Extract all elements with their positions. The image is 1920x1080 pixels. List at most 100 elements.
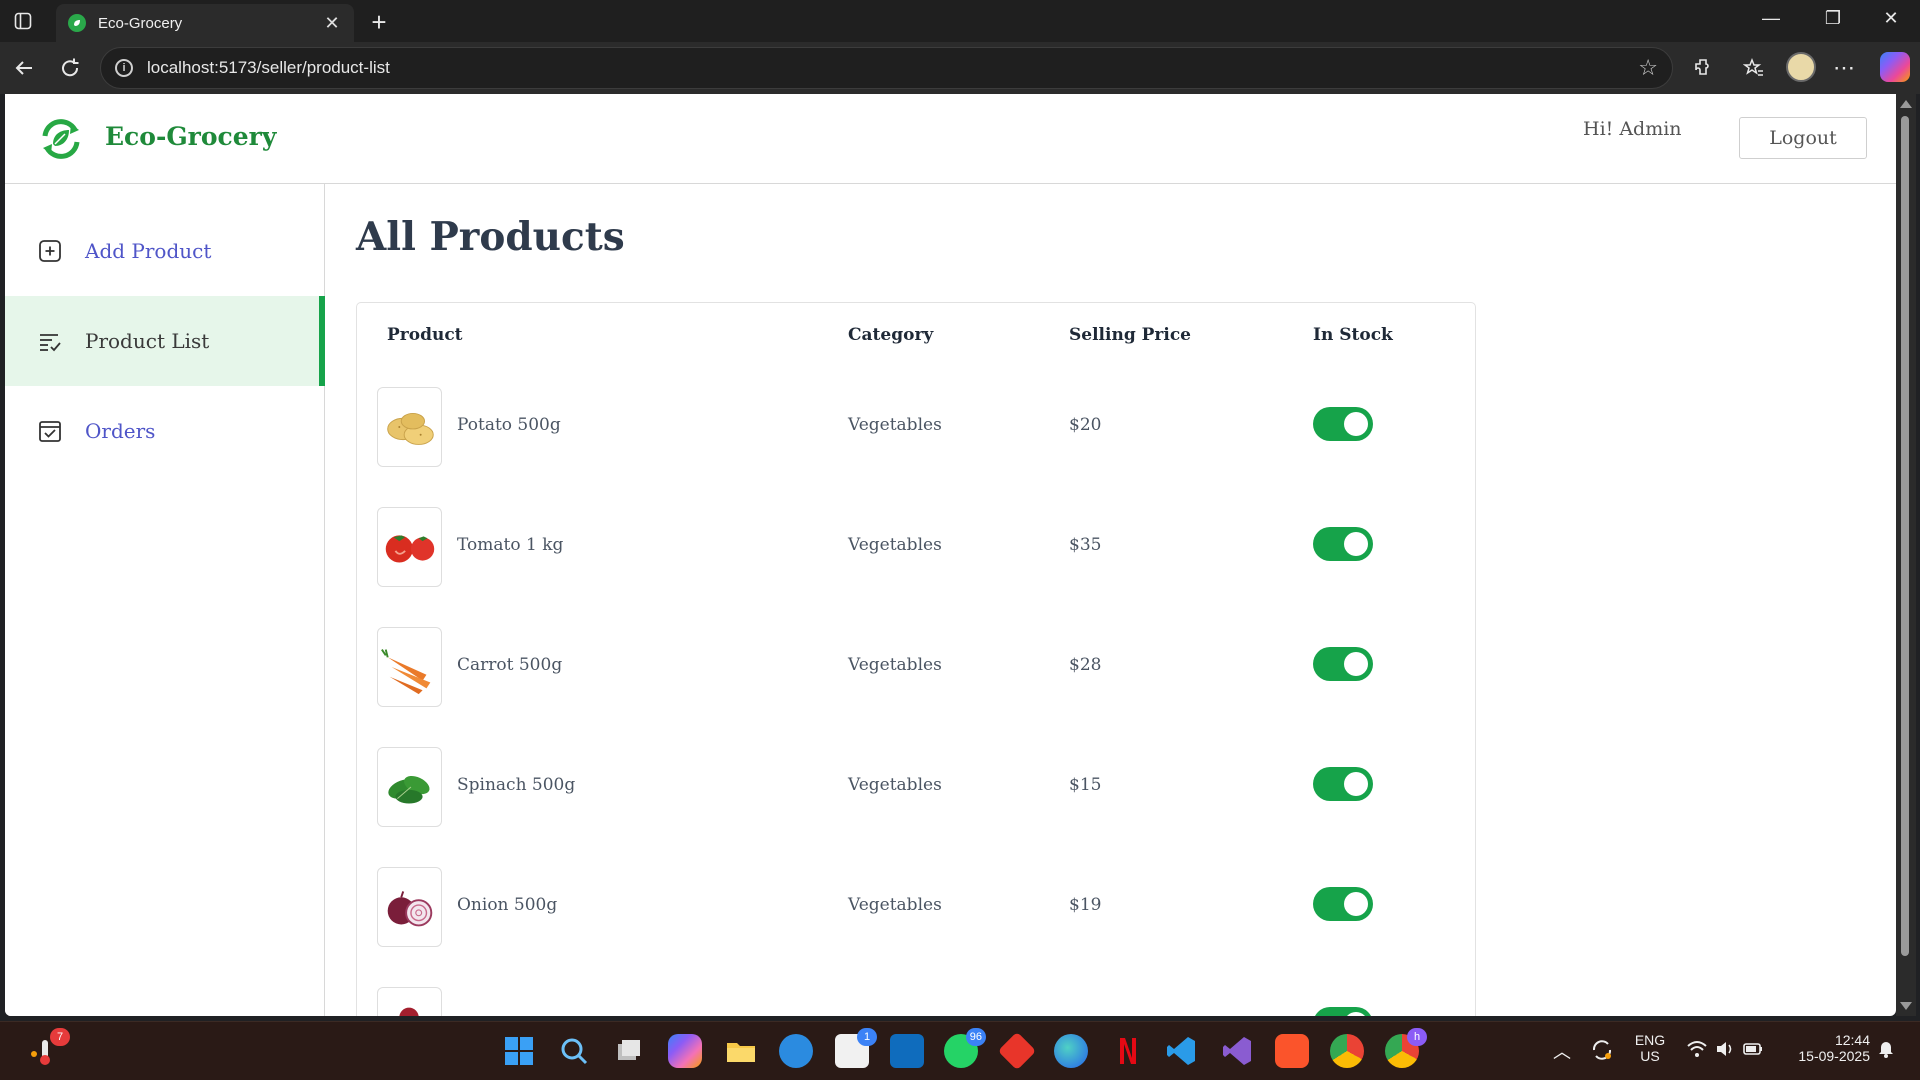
edge-browser-icon[interactable] — [1054, 1034, 1088, 1068]
minimize-button[interactable]: — — [1756, 8, 1786, 29]
file-explorer-icon[interactable] — [724, 1034, 758, 1068]
language-indicator[interactable]: ENG US — [1630, 1032, 1670, 1064]
address-bar[interactable]: i localhost:5173/seller/product-list ☆ — [100, 47, 1673, 89]
help-icon[interactable] — [779, 1034, 813, 1068]
battery-icon[interactable] — [1742, 1038, 1764, 1063]
toggle-knob — [1344, 532, 1368, 556]
logout-button[interactable]: Logout — [1739, 117, 1867, 159]
show-hidden-icons-chevron-icon[interactable]: ︿ — [1553, 1038, 1571, 1064]
list-check-icon — [37, 328, 63, 354]
close-window-button[interactable]: ✕ — [1876, 8, 1906, 29]
sync-icon[interactable] — [1588, 1036, 1616, 1064]
reload-icon[interactable] — [56, 54, 84, 82]
products-table: Product Category Selling Price In Stock … — [356, 302, 1476, 1016]
product-price: $19 — [1069, 895, 1102, 915]
spinach-image — [377, 747, 442, 827]
extensions-icon[interactable] — [1689, 54, 1717, 82]
tab-title: Eco-Grocery — [98, 14, 183, 32]
whatsapp-badge: 96 — [965, 1028, 986, 1046]
logo-text[interactable]: Eco-Grocery — [105, 122, 276, 151]
product-image — [377, 987, 442, 1016]
product-name: Spinach 500g — [457, 775, 576, 795]
sidebar-item-label: Orders — [85, 419, 156, 443]
tab-close-icon[interactable]: ✕ — [322, 13, 342, 34]
copilot-icon[interactable] — [1880, 52, 1910, 82]
eco-logo-icon[interactable] — [37, 116, 85, 162]
maximize-button[interactable]: ❐ — [1818, 8, 1848, 29]
url-text[interactable]: localhost:5173/seller/product-list — [147, 58, 1638, 78]
chrome-icon[interactable] — [1330, 1034, 1364, 1068]
notification-bell-icon[interactable] — [1876, 1038, 1896, 1061]
in-stock-toggle[interactable] — [1313, 647, 1373, 681]
outlook-icon[interactable] — [890, 1034, 924, 1068]
chrome-profile-badge: h — [1407, 1028, 1427, 1046]
visual-studio-icon[interactable] — [1220, 1034, 1254, 1068]
column-header-category: Category — [848, 325, 934, 345]
eco-grocery-favicon-icon — [68, 14, 86, 32]
weather-widget-icon[interactable]: 7 — [28, 1028, 70, 1068]
tomato-image — [377, 507, 442, 587]
browser-tab[interactable]: Eco-Grocery ✕ — [56, 4, 354, 42]
task-view-icon[interactable] — [612, 1034, 646, 1068]
table-row: Potato 500g Vegetables $20 — [357, 387, 1475, 485]
store-badge: 1 — [857, 1028, 877, 1046]
copilot-taskbar-icon[interactable] — [668, 1034, 702, 1068]
in-stock-toggle[interactable] — [1313, 527, 1373, 561]
whatsapp-icon[interactable]: 96 — [944, 1028, 986, 1068]
potato-image — [377, 387, 442, 467]
table-row: Carrot 500g Vegetables $28 — [357, 627, 1475, 725]
scroll-thumb[interactable] — [1901, 116, 1909, 956]
more-options-icon[interactable]: ⋯ — [1830, 54, 1858, 82]
sidebar-item-label: Add Product — [85, 239, 212, 263]
in-stock-toggle[interactable] — [1313, 407, 1373, 441]
windows-taskbar: 7 1 96 h ︿ ENG US 12:44 15-09-2025 — [0, 1021, 1920, 1080]
netflix-icon[interactable] — [1110, 1034, 1144, 1068]
in-stock-toggle[interactable] — [1313, 1007, 1373, 1016]
brave-browser-icon[interactable] — [1275, 1034, 1309, 1068]
sidebar-item-orders[interactable]: Orders — [5, 386, 324, 476]
calendar-check-icon — [37, 418, 63, 444]
table-row: Onion 500g Vegetables $19 — [357, 867, 1475, 965]
toggle-knob — [1344, 1012, 1368, 1016]
site-header: Eco-Grocery Hi! Admin Logout — [5, 94, 1896, 184]
volume-icon[interactable] — [1714, 1038, 1736, 1063]
sidebar-item-product-list[interactable]: Product List — [5, 296, 325, 386]
new-tab-button[interactable]: + — [366, 7, 392, 38]
product-price: $28 — [1069, 655, 1102, 675]
sidebar-item-add-product[interactable]: Add Product — [5, 206, 324, 296]
main-content: All Products Product Category Selling Pr… — [356, 184, 1856, 1016]
search-icon[interactable] — [557, 1034, 591, 1068]
seller-sidebar: Add Product Product List Orders — [5, 184, 325, 1016]
chrome-profile-icon[interactable]: h — [1385, 1028, 1427, 1068]
wifi-icon[interactable] — [1686, 1038, 1708, 1063]
microsoft-store-icon[interactable]: 1 — [835, 1028, 877, 1068]
favorite-star-icon[interactable]: ☆ — [1638, 56, 1658, 81]
scroll-up-arrow-icon[interactable] — [1900, 100, 1912, 108]
site-info-icon[interactable]: i — [115, 59, 133, 77]
in-stock-toggle[interactable] — [1313, 767, 1373, 801]
profile-avatar[interactable] — [1786, 52, 1816, 82]
product-category: Vegetables — [848, 775, 942, 795]
language-code: ENG — [1634, 1032, 1666, 1048]
browser-toolbar: i localhost:5173/seller/product-list ☆ ⋯ — [0, 42, 1920, 94]
product-category: Vegetables — [848, 895, 942, 915]
anydesk-icon[interactable] — [997, 1031, 1037, 1071]
toggle-knob — [1344, 772, 1368, 796]
page-scrollbar[interactable] — [1896, 94, 1916, 1016]
scroll-down-arrow-icon[interactable] — [1900, 1002, 1912, 1010]
back-icon[interactable] — [10, 54, 38, 82]
start-menu-icon[interactable] — [502, 1034, 536, 1068]
sidebar-toggle-icon[interactable] — [12, 10, 34, 32]
product-price: $20 — [1069, 415, 1102, 435]
product-name: Tomato 1 kg — [457, 535, 564, 555]
favorites-icon[interactable] — [1740, 54, 1768, 82]
column-header-price: Selling Price — [1069, 325, 1191, 345]
carrot-image — [377, 627, 442, 707]
product-price: $35 — [1069, 535, 1102, 555]
page-title: All Products — [356, 214, 625, 260]
clock-time: 12:44 — [1834, 1032, 1870, 1048]
vscode-icon[interactable] — [1164, 1034, 1198, 1068]
clock[interactable]: 12:44 15-09-2025 — [1780, 1032, 1870, 1064]
in-stock-toggle[interactable] — [1313, 887, 1373, 921]
product-name: Carrot 500g — [457, 655, 563, 675]
